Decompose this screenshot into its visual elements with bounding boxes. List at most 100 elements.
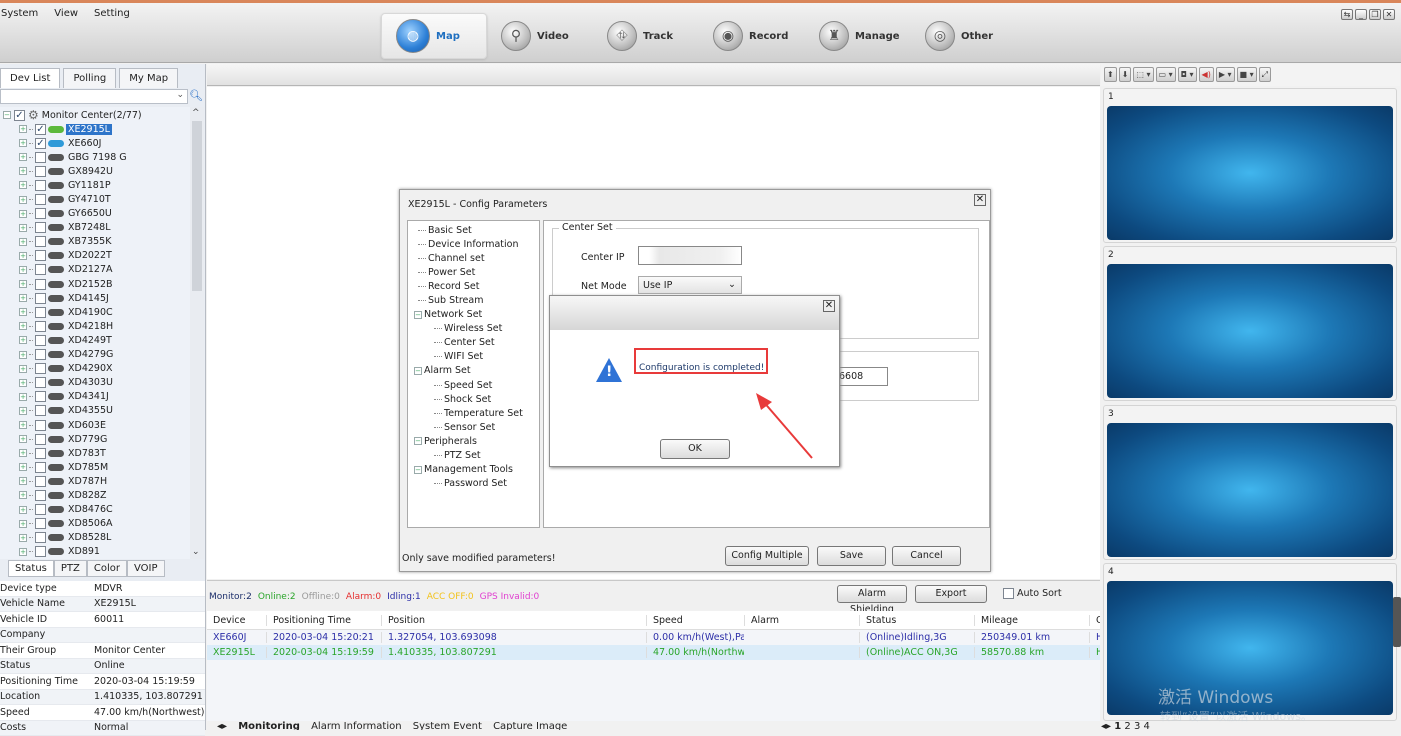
config-tree-item[interactable]: Sub Stream bbox=[408, 293, 539, 307]
net-mode-select[interactable]: Use IP⌄ bbox=[638, 276, 742, 294]
config-tree-item[interactable]: Record Set bbox=[408, 279, 539, 293]
device-tree-item[interactable]: +✓XE2915L bbox=[19, 122, 129, 136]
tab-nav-icon[interactable]: ◂▸ bbox=[1101, 721, 1111, 732]
device-checkbox[interactable] bbox=[35, 307, 46, 318]
tab-voip[interactable]: VOIP bbox=[127, 560, 165, 577]
device-tree-item[interactable]: +XD4145J bbox=[19, 291, 129, 305]
video-feed[interactable] bbox=[1107, 423, 1393, 557]
close-icon[interactable]: ✕ bbox=[823, 300, 835, 312]
config-tree-item[interactable]: Wireless Set bbox=[408, 322, 539, 336]
device-tree-item[interactable]: +GY4710T bbox=[19, 192, 129, 206]
expand-icon[interactable]: + bbox=[19, 449, 27, 457]
device-tree-item[interactable]: +GY6650U bbox=[19, 207, 129, 221]
device-tree-item[interactable]: +✓XE660J bbox=[19, 136, 129, 150]
device-checkbox[interactable] bbox=[35, 476, 46, 487]
collapse-icon[interactable]: − bbox=[414, 311, 422, 319]
expand-icon[interactable]: ⤢ bbox=[1259, 67, 1271, 82]
expand-icon[interactable]: + bbox=[19, 463, 27, 471]
video-page-1[interactable]: 1 bbox=[1114, 721, 1121, 732]
device-tree-item[interactable]: +GY1181P bbox=[19, 178, 129, 192]
device-checkbox[interactable] bbox=[35, 405, 46, 416]
expand-icon[interactable]: + bbox=[19, 153, 27, 161]
column-header[interactable]: Position bbox=[381, 615, 646, 626]
device-checkbox[interactable] bbox=[35, 546, 46, 557]
device-checkbox[interactable] bbox=[35, 420, 46, 431]
device-checkbox[interactable] bbox=[35, 377, 46, 388]
column-header[interactable]: Alarm bbox=[744, 615, 859, 626]
config-tree-item[interactable]: Password Set bbox=[408, 477, 539, 491]
device-tree-item[interactable]: +XD603E bbox=[19, 418, 129, 432]
column-header[interactable]: Speed bbox=[646, 615, 744, 626]
video-page-3[interactable]: 3 bbox=[1134, 721, 1140, 732]
device-tree-item[interactable]: +XD8476C bbox=[19, 503, 129, 517]
video-page-2[interactable]: 2 bbox=[1124, 721, 1130, 732]
column-header[interactable]: Device bbox=[207, 615, 266, 626]
root-checkbox[interactable]: ✓ bbox=[14, 110, 25, 121]
collapse-icon[interactable]: − bbox=[3, 111, 11, 119]
device-checkbox[interactable] bbox=[35, 448, 46, 459]
play-icon[interactable]: ▶ ▾ bbox=[1216, 67, 1235, 82]
auto-sort-checkbox[interactable] bbox=[1003, 588, 1014, 599]
menu-view[interactable]: View bbox=[54, 8, 78, 19]
expand-icon[interactable]: + bbox=[19, 491, 27, 499]
device-tree-item[interactable]: +XB7355K bbox=[19, 235, 129, 249]
device-checkbox[interactable]: ✓ bbox=[35, 138, 46, 149]
device-tree-item[interactable]: +XD4279G bbox=[19, 348, 129, 362]
expand-icon[interactable]: + bbox=[19, 210, 27, 218]
expand-icon[interactable]: + bbox=[19, 308, 27, 316]
collapse-icon[interactable]: − bbox=[414, 437, 422, 445]
device-checkbox[interactable] bbox=[35, 279, 46, 290]
expand-icon[interactable]: + bbox=[19, 477, 27, 485]
device-checkbox[interactable] bbox=[35, 194, 46, 205]
device-checkbox[interactable]: ✓ bbox=[35, 124, 46, 135]
config-tree-item[interactable]: Basic Set bbox=[408, 223, 539, 237]
tab-status[interactable]: Status bbox=[8, 560, 54, 577]
device-tree-item[interactable]: +XD787H bbox=[19, 474, 129, 488]
tab-alarm-information[interactable]: Alarm Information bbox=[311, 721, 402, 730]
volume-slider[interactable] bbox=[1393, 597, 1401, 647]
device-tree-item[interactable]: +XD4249T bbox=[19, 333, 129, 347]
expand-icon[interactable]: + bbox=[19, 365, 27, 373]
search-icon[interactable]: 🔍︎ bbox=[189, 89, 203, 104]
port-input[interactable]: 6608 bbox=[834, 367, 888, 386]
expand-icon[interactable]: + bbox=[19, 393, 27, 401]
device-checkbox[interactable] bbox=[35, 208, 46, 219]
video-channel-3[interactable]: 3 bbox=[1103, 405, 1397, 560]
device-search-input[interactable]: ⌄ bbox=[0, 89, 188, 104]
maximize-icon[interactable]: ❐ bbox=[1369, 9, 1381, 20]
config-tree-item[interactable]: Sensor Set bbox=[408, 420, 539, 434]
expand-icon[interactable]: + bbox=[19, 322, 27, 330]
config-tree-item[interactable]: Channel set bbox=[408, 251, 539, 265]
device-tree-item[interactable]: +XD8528L bbox=[19, 531, 129, 545]
device-tree-item[interactable]: +XB7248L bbox=[19, 221, 129, 235]
device-tree-item[interactable]: +XD783T bbox=[19, 446, 129, 460]
config-tree-item[interactable]: −Alarm Set bbox=[408, 364, 539, 378]
expand-icon[interactable]: + bbox=[19, 125, 27, 133]
config-tree-item[interactable]: Device Information bbox=[408, 237, 539, 251]
stop-icon[interactable]: ■ ▾ bbox=[1237, 67, 1257, 82]
expand-icon[interactable]: + bbox=[19, 280, 27, 288]
config-tree-item[interactable]: WIFI Set bbox=[408, 350, 539, 364]
expand-icon[interactable]: + bbox=[19, 196, 27, 204]
expand-icon[interactable]: + bbox=[19, 266, 27, 274]
config-tree-item[interactable]: Temperature Set bbox=[408, 406, 539, 420]
nav-video[interactable]: ⚲Video bbox=[487, 13, 593, 59]
nav-other[interactable]: ◎Other bbox=[911, 13, 1017, 59]
device-checkbox[interactable] bbox=[35, 222, 46, 233]
close-icon[interactable]: ✕ bbox=[1383, 9, 1395, 20]
table-row[interactable]: XE2915L2020-03-04 15:19:591.410335, 103.… bbox=[207, 645, 1100, 660]
nav-track[interactable]: ⛗Track bbox=[593, 13, 699, 59]
device-checkbox[interactable] bbox=[35, 363, 46, 374]
menu-setting[interactable]: Setting bbox=[94, 8, 130, 19]
close-icon[interactable]: ✕ bbox=[974, 194, 986, 206]
device-checkbox[interactable] bbox=[35, 462, 46, 473]
device-tree-item[interactable]: +XD4341J bbox=[19, 390, 129, 404]
device-tree-item[interactable]: +GBG 7198 G bbox=[19, 150, 129, 164]
column-header[interactable]: O bbox=[1089, 615, 1100, 626]
ok-button[interactable]: OK bbox=[660, 439, 730, 459]
expand-icon[interactable]: + bbox=[19, 181, 27, 189]
device-tree-item[interactable]: +XD891 bbox=[19, 545, 129, 559]
chevron-down-icon[interactable]: ⌄ bbox=[176, 90, 184, 100]
tree-scrollbar[interactable]: ^⌄ bbox=[190, 107, 204, 559]
expand-icon[interactable]: + bbox=[19, 534, 27, 542]
